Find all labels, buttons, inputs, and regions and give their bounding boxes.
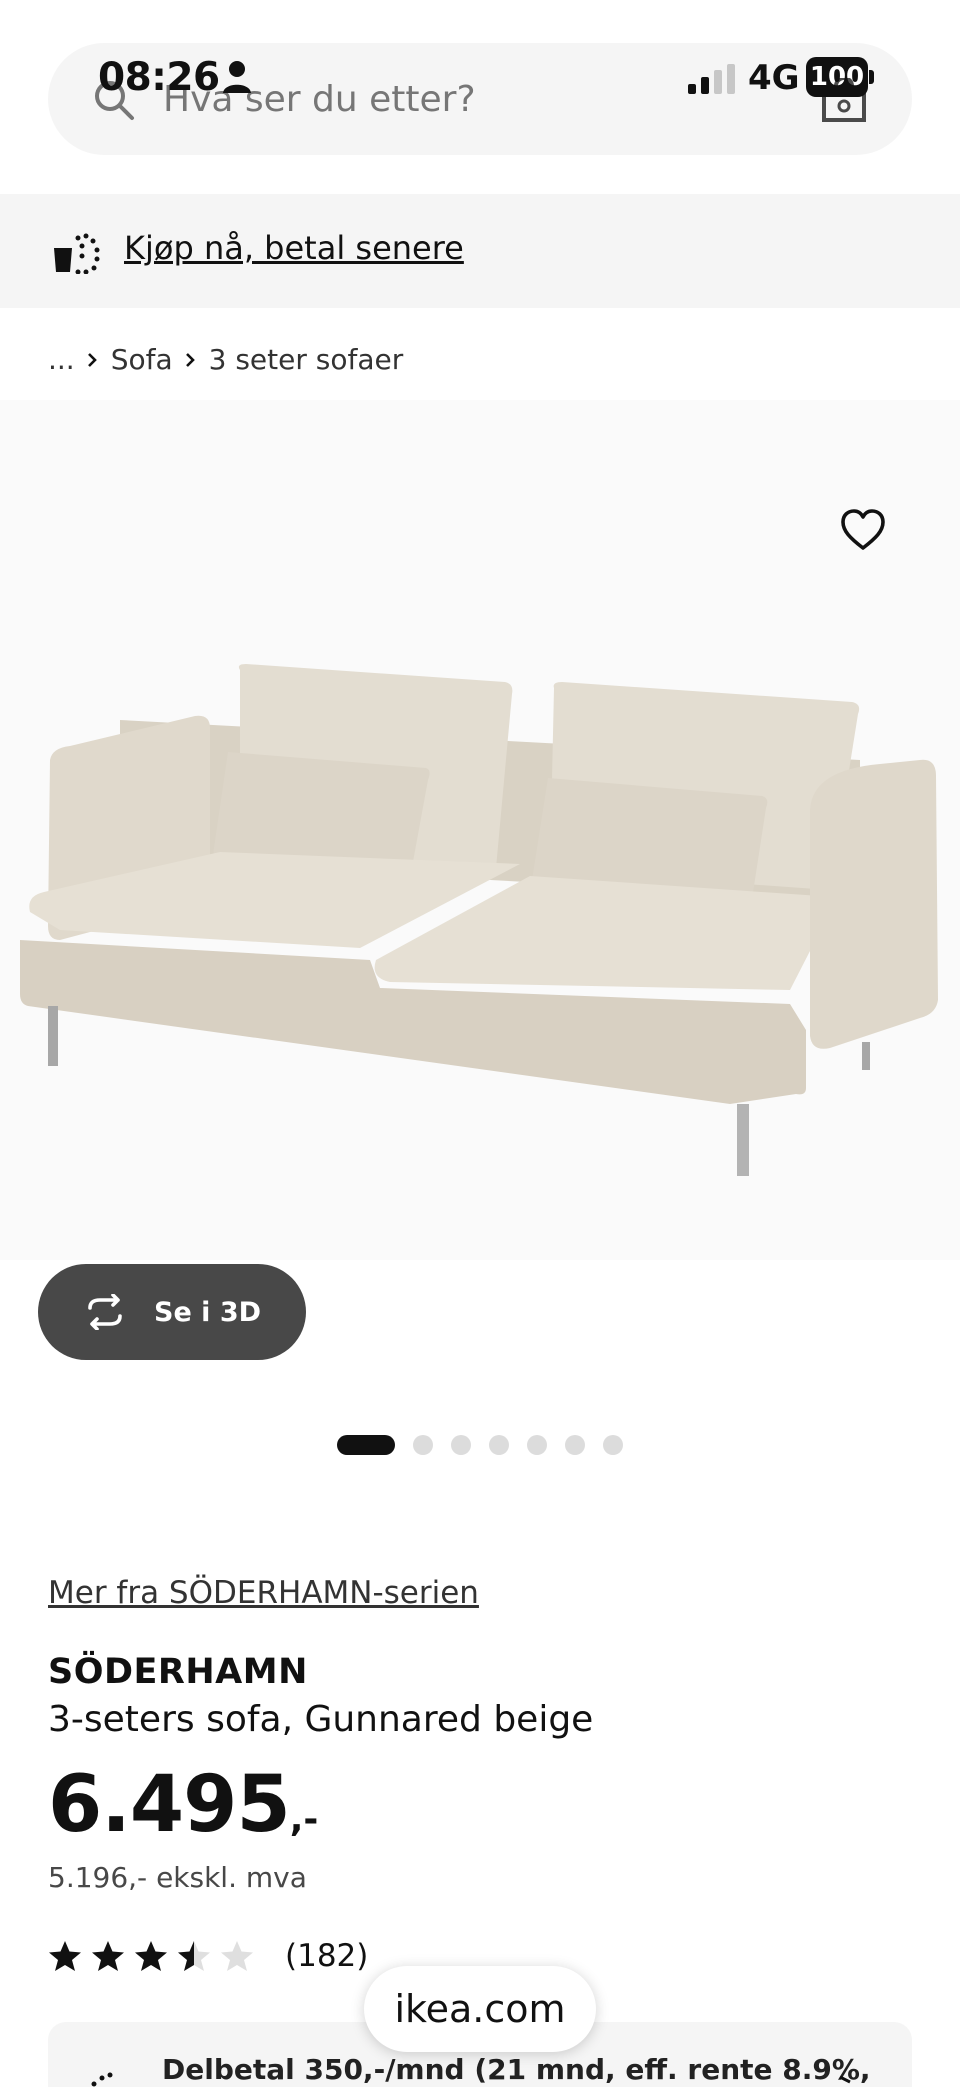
chevron-right-icon <box>173 340 209 380</box>
pagination-dot[interactable] <box>527 1435 547 1455</box>
status-time: 08:26 <box>98 55 220 100</box>
star-empty-icon <box>221 1941 253 1971</box>
rotate-3d-icon <box>88 1294 122 1330</box>
person-icon <box>223 61 251 93</box>
view-3d-button[interactable]: Se i 3D <box>38 1264 306 1360</box>
breadcrumb: ... Sofa 3 seter sofaer <box>48 340 403 380</box>
product-description: 3-seters sofa, Gunnared beige <box>48 1699 594 1740</box>
pagination-dot[interactable] <box>413 1435 433 1455</box>
installment-text: Delbetal 350,-/mnd (21 mnd, eff. rente 8… <box>162 2053 871 2086</box>
rating[interactable]: (182) <box>48 1936 368 1976</box>
star-half-icon <box>178 1941 210 1971</box>
pagination-dot[interactable] <box>565 1435 585 1455</box>
star-full-icon <box>92 1941 124 1971</box>
breadcrumb-item[interactable]: Sofa <box>111 340 173 380</box>
pagination-dot[interactable] <box>603 1435 623 1455</box>
breadcrumb-item[interactable]: 3 seter sofaer <box>209 340 404 380</box>
breadcrumb-item[interactable]: ... <box>48 340 75 380</box>
pagination-dot[interactable] <box>489 1435 509 1455</box>
shopping-bag-icon[interactable] <box>820 78 868 122</box>
series-link[interactable]: Mer fra SÖDERHAMN-serien <box>48 1572 479 1614</box>
pagination-dot[interactable] <box>451 1435 471 1455</box>
star-full-icon <box>49 1941 81 1971</box>
browser-url[interactable]: ikea.com <box>364 1966 596 2052</box>
gallery-pagination <box>337 1435 641 1455</box>
chevron-right-icon <box>75 340 111 380</box>
view-3d-label: Se i 3D <box>154 1296 262 1328</box>
chevron-right-icon <box>839 2076 851 2084</box>
star-full-icon <box>135 1941 167 1971</box>
product-price: 6.495,- <box>48 1760 318 1871</box>
price-suffix: ,- <box>289 1799 319 1840</box>
installment-icon <box>91 2072 113 2087</box>
pagination-dot-active[interactable] <box>337 1435 395 1455</box>
heart-icon[interactable] <box>840 508 886 552</box>
review-count[interactable]: (182) <box>285 1938 368 1974</box>
sofa-illustration <box>20 664 938 1176</box>
pay-later-icon <box>54 233 100 274</box>
price-ex-vat: 5.196,- ekskl. mva <box>48 1861 307 1894</box>
battery-nub <box>869 70 874 84</box>
network-type: 4G <box>748 58 800 98</box>
signal-icon <box>688 64 735 94</box>
pay-later-link[interactable]: Kjøp nå, betal senere <box>124 227 464 269</box>
product-name: SÖDERHAMN <box>48 1652 308 1692</box>
price-main: 6.495 <box>48 1760 291 1850</box>
